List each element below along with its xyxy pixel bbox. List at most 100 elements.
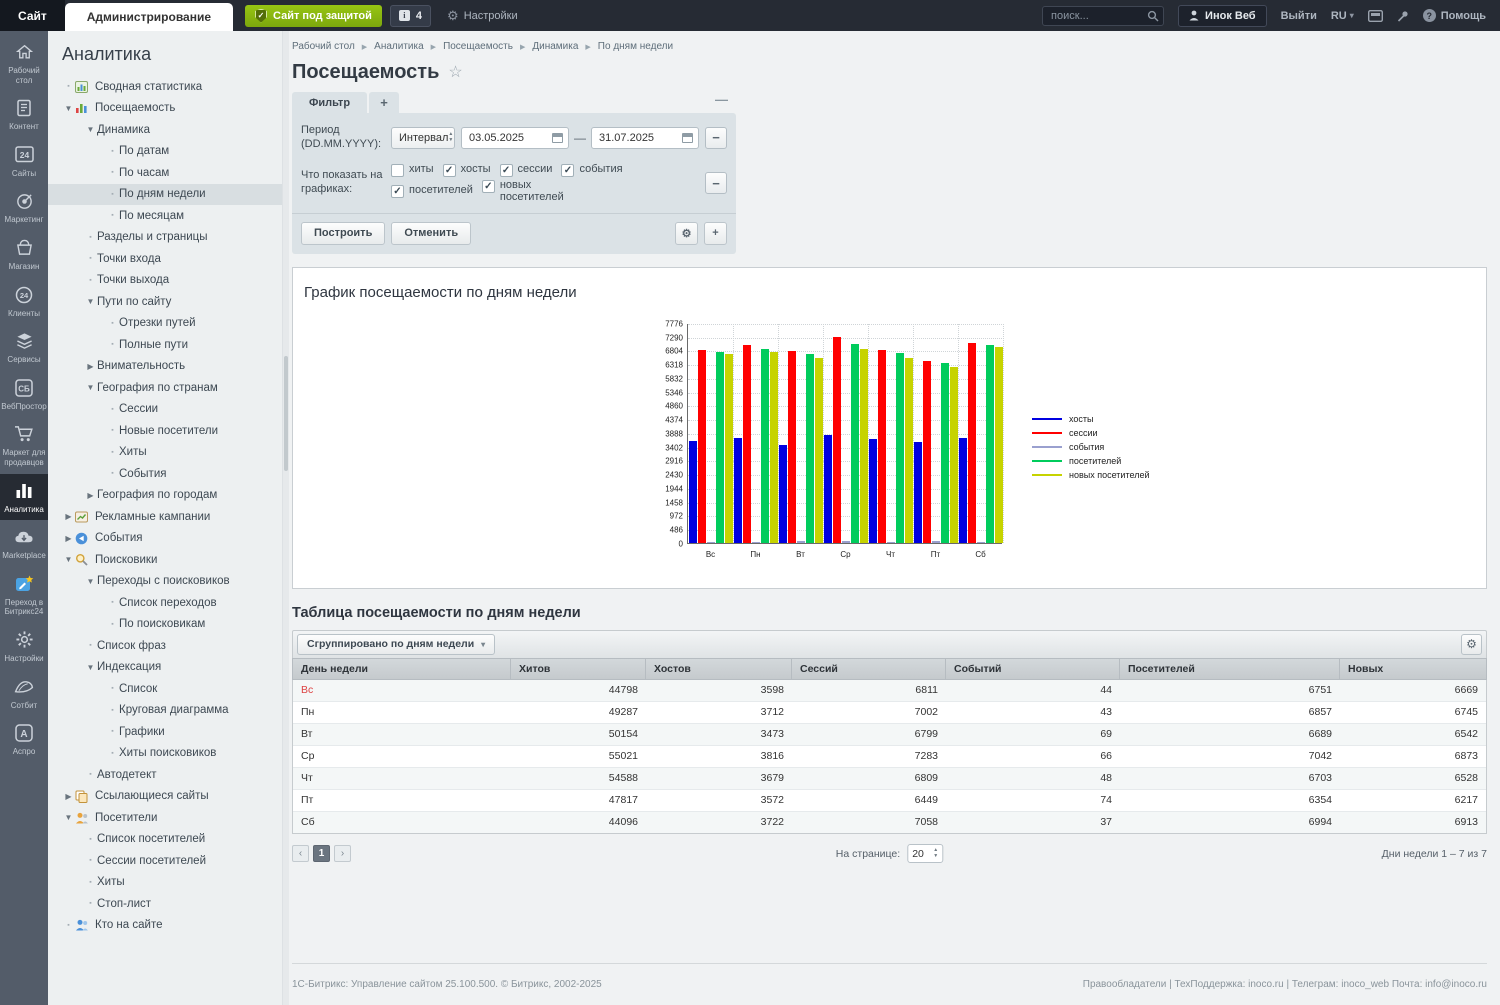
chevron-collapsed-icon[interactable]: ▶ [62, 512, 75, 521]
checkbox-checked-icon[interactable]: ✓ [442, 163, 456, 177]
sidebar-item-точки-входа[interactable]: ▪ Точки входа [48, 248, 282, 270]
logout-link[interactable]: Выйти [1281, 10, 1317, 22]
group-by-button[interactable]: Сгруппировано по дням недели ▾ [297, 633, 496, 655]
period-type-select[interactable]: Интервал ▲ ▼ [391, 126, 455, 149]
sidebar-item-внимательность[interactable]: ▶ Внимательность [48, 356, 282, 378]
checkbox-checked-icon[interactable]: ✓ [499, 163, 513, 177]
sidebar-item-графики[interactable]: ▪ Графики [48, 721, 282, 743]
calendar-icon[interactable] [682, 132, 693, 143]
checkbox-новых-посетителей[interactable]: ✓ новых посетителей [481, 179, 568, 204]
calendar-icon[interactable] [552, 132, 563, 143]
tab-administration[interactable]: Администрирование [64, 3, 234, 31]
sidebar-item-посетители[interactable]: ▼ Посетители [48, 807, 282, 829]
rail-item-cart[interactable]: Маркет для продавцов [0, 417, 48, 473]
chevron-expanded-icon[interactable]: ▼ [84, 297, 97, 306]
tab-site[interactable]: Сайт [0, 0, 65, 31]
table-settings-button[interactable]: ⚙ [1461, 633, 1482, 655]
sidebar-item-динамика[interactable]: ▼ Динамика [48, 119, 282, 141]
sidebar-item-по-датам[interactable]: ▪ По датам [48, 141, 282, 163]
rail-item-target[interactable]: Маркетинг [0, 184, 48, 231]
breadcrumb-item[interactable]: Рабочий стол [292, 41, 355, 52]
chevron-collapsed-icon[interactable]: ▶ [84, 362, 97, 371]
column-header-событий[interactable]: Событий [946, 658, 1120, 679]
chevron-expanded-icon[interactable]: ▼ [62, 813, 75, 822]
sidebar-item-поисковики[interactable]: ▼ Поисковики [48, 549, 282, 571]
sidebar-item-хиты[interactable]: ▪ Хиты [48, 872, 282, 894]
favorite-star-icon[interactable]: ☆ [448, 64, 462, 81]
search-input[interactable] [1042, 5, 1165, 26]
rail-item-aspro[interactable]: A Аспро [0, 716, 48, 763]
per-page-select[interactable]: 20 ▲ ▼ [907, 844, 944, 864]
current-page-button[interactable]: 1 [313, 845, 330, 863]
chevron-collapsed-icon[interactable]: ▶ [84, 491, 97, 500]
chevron-expanded-icon[interactable]: ▼ [84, 577, 97, 586]
chevron-expanded-icon[interactable]: ▼ [84, 663, 97, 672]
remove-show-field-button[interactable]: − [705, 172, 727, 195]
sidebar-item-пути-по-сайту[interactable]: ▼ Пути по сайту [48, 291, 282, 313]
sidebar-item-переходы-с-поисковиков[interactable]: ▼ Переходы с поисковиков [48, 571, 282, 593]
sidebar-item-посещаемость[interactable]: ▼ Посещаемость [48, 98, 282, 120]
breadcrumb-item[interactable]: По дням недели [598, 41, 673, 52]
sidebar-item-новые-посетители[interactable]: ▪ Новые посетители [48, 420, 282, 442]
column-header-хитов[interactable]: Хитов [511, 658, 646, 679]
chevron-expanded-icon[interactable]: ▼ [62, 555, 75, 564]
site-protected-button[interactable]: ✓ Сайт под защитой [245, 4, 382, 27]
sidebar-item-по-дням-недели[interactable]: ▪ По дням недели [48, 183, 282, 205]
filter-collapse-button[interactable]: — [715, 92, 728, 107]
sidebar-item-круговая-диаграмма[interactable]: ▪ Круговая диаграмма [48, 700, 282, 722]
chevron-collapsed-icon[interactable]: ▶ [62, 534, 75, 543]
user-button[interactable]: Инок Веб [1178, 4, 1267, 27]
checkbox-checked-icon[interactable]: ✓ [481, 179, 495, 193]
next-page-button[interactable]: › [334, 845, 351, 863]
sidebar-item-индексация[interactable]: ▼ Индексация [48, 657, 282, 679]
chevron-expanded-icon[interactable]: ▼ [62, 104, 75, 113]
sidebar-item-события[interactable]: ▪ События [48, 463, 282, 485]
checkbox-checked-icon[interactable]: ✓ [561, 163, 575, 177]
chevron-expanded-icon[interactable]: ▼ [84, 383, 97, 392]
column-header-посетителей[interactable]: Посетителей [1120, 658, 1340, 679]
sidebar-item-сессии-посетителей[interactable]: ▪ Сессии посетителей [48, 850, 282, 872]
rail-item-sites24[interactable]: 24 Сайты [0, 138, 48, 185]
checkbox-посетителей[interactable]: ✓ посетителей [391, 184, 473, 199]
sidebar-item-хиты[interactable]: ▪ Хиты [48, 442, 282, 464]
rail-item-gear[interactable]: Настройки [0, 623, 48, 670]
column-header-сессий[interactable]: Сессий [792, 658, 946, 679]
sidebar-item-сессии[interactable]: ▪ Сессии [48, 399, 282, 421]
column-header-новых[interactable]: Новых [1340, 659, 1486, 679]
filter-settings-button[interactable]: ⚙ [675, 221, 698, 245]
sidebar-item-точки-выхода[interactable]: ▪ Точки выхода [48, 270, 282, 292]
prev-page-button[interactable]: ‹ [292, 845, 309, 863]
language-switcher[interactable]: RU ▾ [1331, 10, 1354, 22]
rail-item-sotbit[interactable]: Сотбит [0, 670, 48, 717]
sidebar-item-по-часам[interactable]: ▪ По часам [48, 162, 282, 184]
sidebar-item-ссылающиеся-сайты[interactable]: ▶ Ссылающиеся сайты [48, 786, 282, 808]
cancel-button[interactable]: Отменить [391, 221, 472, 245]
sidebar-item-рекламные-кампании[interactable]: ▶ Рекламные кампании [48, 506, 282, 528]
build-button[interactable]: Построить [301, 221, 386, 245]
sidebar-item-по-месяцам[interactable]: ▪ По месяцам [48, 205, 282, 227]
filter-add-field-button[interactable]: + [704, 221, 727, 245]
rail-item-basket[interactable]: Магазин [0, 231, 48, 278]
remove-period-field-button[interactable]: − [705, 126, 727, 149]
checkbox-unchecked-icon[interactable] [391, 163, 404, 177]
sidebar-item-разделы-и-страницы[interactable]: ▪ Разделы и страницы [48, 227, 282, 249]
topbar-settings-button[interactable]: ⚙ Настройки [447, 9, 518, 22]
sidebar-item-по-поисковикам[interactable]: ▪ По поисковикам [48, 614, 282, 636]
breadcrumb-item[interactable]: Аналитика [374, 41, 424, 52]
sidebar-item-география-по-городам[interactable]: ▶ География по городам [48, 485, 282, 507]
checkbox-сессии[interactable]: ✓ сессии [499, 163, 552, 177]
rail-item-home[interactable]: Рабочий стол [0, 35, 48, 91]
breadcrumb-item[interactable]: Динамика [532, 41, 578, 52]
rail-item-clients24[interactable]: 24 Клиенты [0, 278, 48, 325]
sidebar-item-список-переходов[interactable]: ▪ Список переходов [48, 592, 282, 614]
chevron-expanded-icon[interactable]: ▼ [84, 125, 97, 134]
pin-icon[interactable] [1397, 10, 1409, 22]
sidebar-item-список[interactable]: ▪ Список [48, 678, 282, 700]
sidebar-item-список-фраз[interactable]: ▪ Список фраз [48, 635, 282, 657]
help-button[interactable]: ? Помощь [1422, 9, 1486, 22]
chevron-collapsed-icon[interactable]: ▶ [62, 792, 75, 801]
sidebar-item-список-посетителей[interactable]: ▪ Список посетителей [48, 829, 282, 851]
breadcrumb-item[interactable]: Посещаемость [443, 41, 513, 52]
checkbox-checked-icon[interactable]: ✓ [391, 185, 404, 199]
desktop-panel-icon[interactable] [1367, 9, 1383, 22]
